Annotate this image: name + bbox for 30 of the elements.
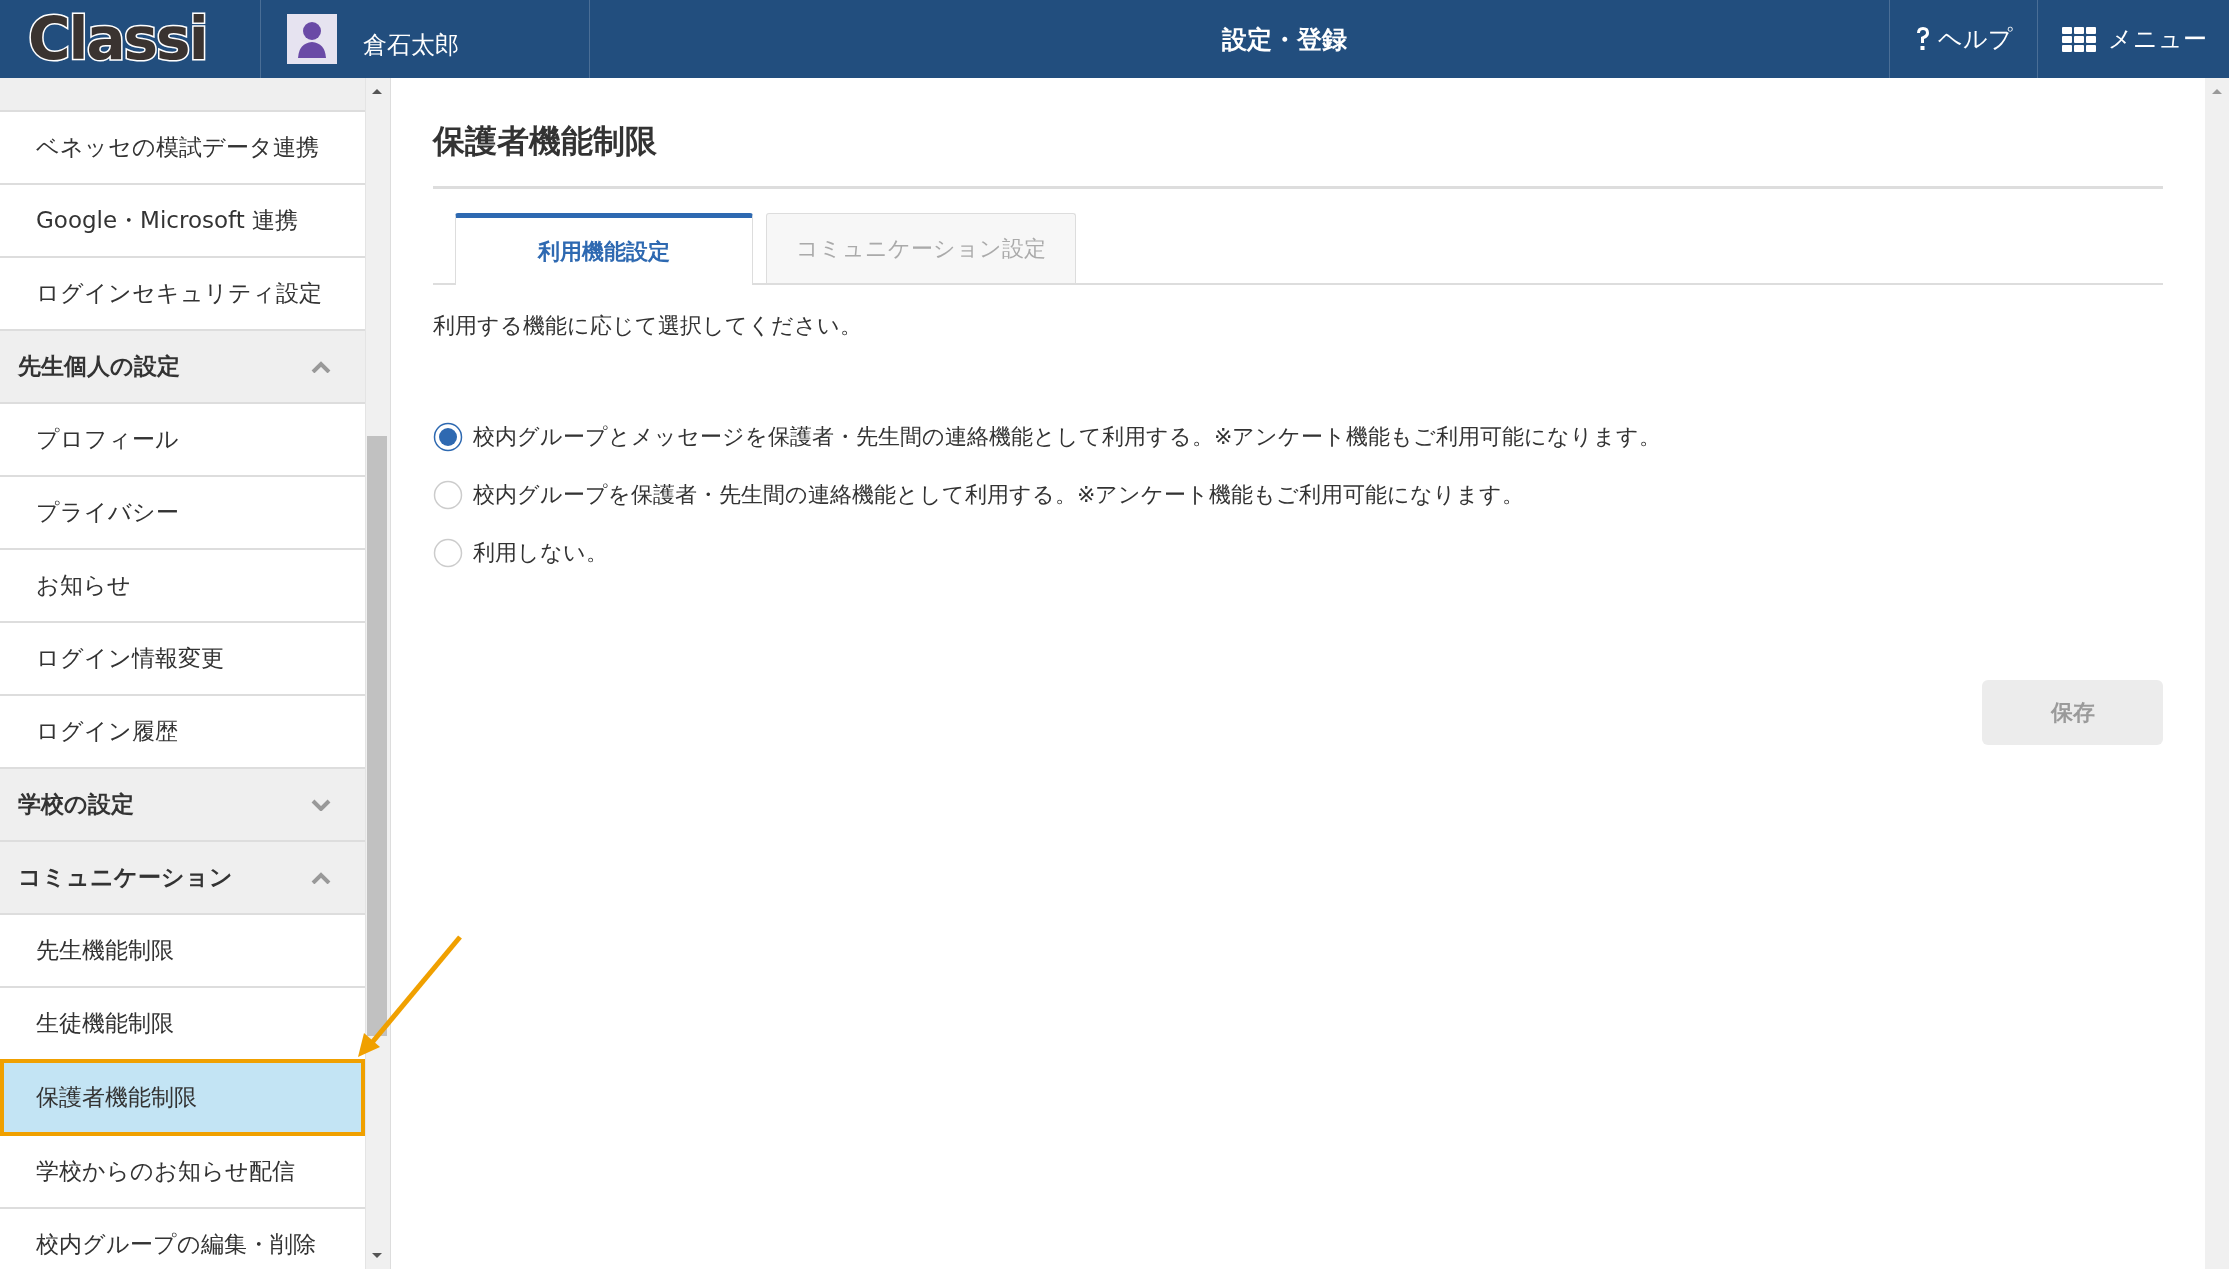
scrollbar-thumb[interactable] <box>367 436 387 1036</box>
instruction-text: 利用する機能に応じて選択してください。 <box>433 312 863 340</box>
scroll-down-icon[interactable] <box>370 1251 384 1261</box>
section-title: 先生個人の設定 <box>18 352 180 381</box>
section-heading: 保護者機能制限 <box>433 120 2163 189</box>
section-title: 学校の設定 <box>18 790 134 819</box>
scroll-up-icon[interactable] <box>370 86 384 96</box>
sidebar-item[interactable]: プライバシー <box>0 477 365 550</box>
sidebar-item[interactable]: ログインセキュリティ設定 <box>0 258 365 331</box>
sidebar-item[interactable]: ログイン履歴 <box>0 696 365 769</box>
sidebar-item[interactable]: プロフィール <box>0 404 365 477</box>
page-title: 設定・登録 <box>1221 23 1348 56</box>
question-icon <box>1914 25 1932 53</box>
sidebar-item[interactable]: 校内グループの編集・削除 <box>0 1209 365 1269</box>
option-label: 校内グループを保護者・先生間の連絡機能として利用する。※アンケート機能もご利用可能になります。 <box>473 481 1525 509</box>
sidebar-item[interactable]: 先生機能制限 <box>0 915 365 988</box>
radio-button[interactable] <box>433 422 463 452</box>
option-label: 校内グループとメッセージを保護者・先生間の連絡機能として利用する。※アンケート機能もご利用可能になります。 <box>473 423 1662 451</box>
user-name: 倉石太郎 <box>363 30 459 61</box>
option-label: 利用しない。 <box>473 539 608 567</box>
sidebar-item[interactable]: Google・Microsoft 連携 <box>0 185 365 258</box>
section-title: コミュニケーション <box>18 863 233 892</box>
sidebar-item[interactable]: 学校からのお知らせ配信 <box>0 1136 365 1209</box>
sidebar-item[interactable]: ベネッセの模試データ連携 <box>0 112 365 185</box>
sidebar-item[interactable]: お知らせ <box>0 550 365 623</box>
sidebar-item[interactable]: 生徒機能制限 <box>0 988 365 1061</box>
grid-icon <box>2062 26 2096 52</box>
tab[interactable]: 利用機能設定 <box>455 213 753 285</box>
sidebar-item[interactable]: ログイン情報変更 <box>0 623 365 696</box>
sidebar-item[interactable]: 保護者機能制限 <box>0 1059 365 1136</box>
